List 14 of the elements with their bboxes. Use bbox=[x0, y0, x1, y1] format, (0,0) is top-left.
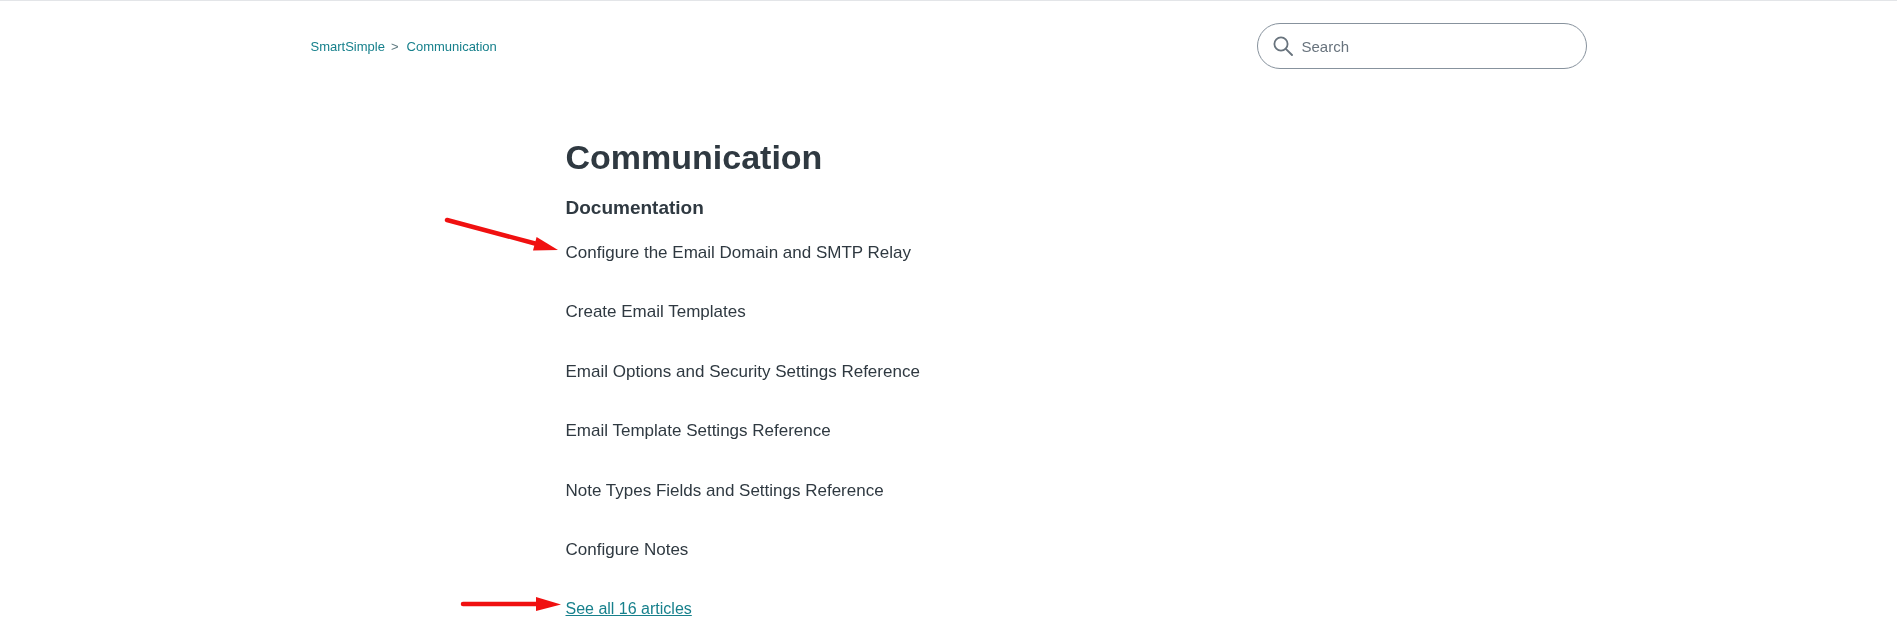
article-link[interactable]: Configure the Email Domain and SMTP Relay bbox=[565, 241, 911, 265]
article-link[interactable]: Email Options and Security Settings Reference bbox=[565, 359, 920, 384]
page-title: Communication bbox=[565, 137, 823, 177]
article-link[interactable]: Create Email Templates bbox=[565, 300, 746, 325]
search-icon bbox=[1272, 36, 1293, 56]
breadcrumb-link[interactable]: Communication bbox=[406, 38, 497, 54]
article-link[interactable]: Email Template Settings Reference bbox=[565, 419, 831, 444]
search-field[interactable]: Search bbox=[1256, 23, 1587, 69]
article-link[interactable]: Note Types Fields and Settings Reference bbox=[565, 478, 884, 503]
breadcrumb-separator: > bbox=[390, 38, 399, 54]
see-all-link[interactable]: See all 16 articles bbox=[565, 597, 692, 622]
section-heading: Documentation bbox=[565, 196, 704, 220]
breadcrumb-link[interactable]: SmartSimple bbox=[310, 38, 385, 54]
article-link[interactable]: Configure Notes bbox=[565, 537, 689, 562]
